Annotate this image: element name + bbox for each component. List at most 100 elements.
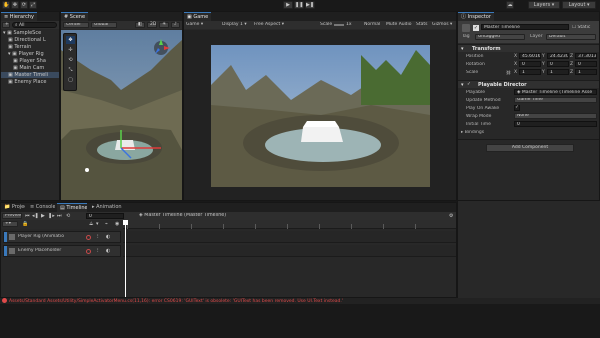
x-axis-label[interactable]: X bbox=[514, 70, 517, 75]
position-y-field[interactable]: 24.423C bbox=[547, 53, 569, 59]
z-axis-label[interactable]: Z bbox=[570, 70, 573, 75]
tag-dropdown[interactable]: Untagged bbox=[475, 34, 525, 40]
cloud-icon[interactable]: ☁ bbox=[506, 1, 514, 9]
frame-field[interactable]: 0 bbox=[86, 213, 124, 219]
timeline-asset-selector[interactable]: ◈ Master Timeline (Master Timeline) bbox=[139, 213, 259, 218]
scale-x-field[interactable]: 1 bbox=[519, 69, 541, 75]
edit-mode-icon[interactable]: ⌁ bbox=[105, 221, 108, 227]
tab-inspector[interactable]: ⓘ Inspector bbox=[458, 12, 494, 21]
track-menu-icon[interactable]: ⁝ bbox=[97, 248, 99, 254]
tab-game[interactable]: ▣ Game bbox=[184, 12, 212, 21]
hierarchy-item[interactable]: ▾ ▣ SampleSce bbox=[1, 30, 59, 36]
play-on-awake-checkbox[interactable]: ✓ bbox=[514, 105, 520, 111]
goto-start-icon[interactable]: ⏮ bbox=[25, 213, 30, 219]
y-axis-label[interactable]: Y bbox=[542, 70, 545, 75]
playable-field[interactable]: ◈ Master Timeline (Timeline Asse bbox=[514, 89, 597, 95]
game-view-dropdown[interactable]: Game ▾ bbox=[186, 22, 216, 27]
move-tool-icon[interactable]: ✥ bbox=[11, 1, 19, 9]
next-frame-icon[interactable]: ❚▸ bbox=[48, 213, 55, 219]
hierarchy-item[interactable]: ▣ Terrain bbox=[1, 44, 59, 50]
scale-tool-icon[interactable]: ⤢ bbox=[29, 1, 37, 9]
scale-z-field[interactable]: 1 bbox=[575, 69, 597, 75]
timeline-ruler[interactable] bbox=[123, 220, 456, 229]
timeline-track-lane[interactable] bbox=[123, 231, 456, 243]
move-gizmo-icon[interactable]: ✢ bbox=[66, 46, 75, 54]
track-mute-icon[interactable]: ◐ bbox=[106, 248, 110, 254]
goto-end-icon[interactable]: ⏭ bbox=[57, 213, 62, 219]
hierarchy-item[interactable]: ▣ Main Cam bbox=[1, 65, 59, 71]
pivot-dropdown[interactable]: Center bbox=[63, 22, 89, 28]
wrap-mode-dropdown[interactable]: None bbox=[514, 113, 597, 119]
hierarchy-item[interactable]: ▣ Player Sha bbox=[1, 58, 59, 64]
display-dropdown[interactable]: Display 1 ▾ bbox=[222, 22, 252, 27]
hierarchy-item[interactable]: ▣ Master Timeli bbox=[1, 72, 59, 78]
timeline-options-icon[interactable]: ◉ bbox=[115, 221, 119, 227]
timeline-play-icon[interactable]: ▶ bbox=[41, 213, 45, 219]
constrain-scale-icon[interactable]: ⛓ bbox=[506, 70, 511, 75]
game-viewport[interactable] bbox=[211, 45, 430, 187]
position-z-field[interactable]: 37.3013 bbox=[575, 53, 597, 59]
timeline-track-header[interactable]: Player Rig (Animatio ⁝ ◐ bbox=[3, 231, 121, 243]
playhead-handle[interactable] bbox=[123, 220, 128, 225]
tab-scene[interactable]: # Scene bbox=[61, 12, 89, 21]
scale-slider[interactable] bbox=[334, 24, 344, 26]
add-component-button[interactable]: Add Component bbox=[486, 144, 574, 152]
scene-2d-icon[interactable]: 2D bbox=[147, 22, 157, 28]
timeline-track-header[interactable]: Enemy Placeholder ⁝ ◐ bbox=[3, 245, 121, 257]
object-name-field[interactable]: Master Timeline bbox=[481, 24, 569, 30]
hierarchy-item[interactable]: ▣ Directional L bbox=[1, 37, 59, 43]
audio-icon[interactable]: ♪ bbox=[171, 22, 180, 28]
snap-icon[interactable]: ▾ bbox=[96, 221, 99, 227]
static-toggle[interactable]: ☐ Static bbox=[572, 25, 596, 30]
rotation-z-field[interactable]: 0 bbox=[575, 61, 597, 67]
rotation-x-field[interactable]: 0 bbox=[519, 61, 541, 67]
aspect-dropdown[interactable]: Free Aspect ▾ bbox=[254, 22, 294, 27]
track-mute-icon[interactable]: ◐ bbox=[106, 234, 110, 240]
y-axis-label[interactable]: Y bbox=[542, 54, 545, 59]
position-x-field[interactable]: 45.6016 bbox=[519, 53, 541, 59]
x-axis-label[interactable]: X bbox=[514, 62, 517, 67]
timeline-settings-icon[interactable]: ⚙ bbox=[449, 213, 453, 219]
add-object-button[interactable]: + bbox=[2, 22, 10, 28]
view-tool-icon[interactable]: ✥ bbox=[66, 36, 75, 44]
play-mode-dropdown[interactable]: Normal bbox=[364, 22, 384, 27]
bindings-foldout[interactable]: ▸ Bindings bbox=[461, 130, 521, 135]
filter-icon[interactable]: ⟁ bbox=[89, 221, 93, 227]
play-button[interactable]: ▶ bbox=[283, 1, 293, 9]
rotate-gizmo-icon[interactable]: ⟲ bbox=[66, 56, 75, 64]
y-axis-label[interactable]: Y bbox=[542, 62, 545, 67]
track-binding-label[interactable]: Player Rig (Animatio bbox=[18, 234, 73, 239]
hierarchy-item[interactable]: ▣ Enemy Place bbox=[1, 79, 59, 85]
lighting-icon[interactable]: ☀ bbox=[159, 22, 169, 28]
tab-hierarchy[interactable]: ≡ Hierarchy bbox=[1, 12, 37, 21]
x-axis-label[interactable]: X bbox=[514, 54, 517, 59]
record-button[interactable] bbox=[86, 235, 91, 240]
timeline-track-lane[interactable] bbox=[123, 245, 456, 257]
initial-time-field[interactable]: 0 bbox=[514, 121, 597, 127]
rotation-y-field[interactable]: 0 bbox=[547, 61, 569, 67]
preview-toggle[interactable]: Preview bbox=[2, 213, 22, 219]
layers-dropdown[interactable]: Layers ▾ bbox=[528, 1, 560, 9]
gizmos-dropdown[interactable]: Gizmos ▾ bbox=[432, 22, 454, 27]
step-button[interactable]: ▶❚ bbox=[305, 1, 315, 9]
track-lock-icon[interactable]: 🔒 bbox=[22, 221, 28, 227]
stats-toggle[interactable]: Stats bbox=[416, 22, 430, 27]
playhead[interactable] bbox=[125, 220, 126, 297]
z-axis-label[interactable]: Z bbox=[570, 62, 573, 67]
hand-tool-icon[interactable]: ✋ bbox=[2, 1, 10, 9]
pause-button[interactable]: ❚❚ bbox=[294, 1, 304, 9]
active-checkbox[interactable]: ✓ bbox=[473, 25, 479, 31]
scene-view-mode-icon[interactable]: ◧ bbox=[135, 22, 145, 28]
mute-audio-toggle[interactable]: Mute Audio bbox=[386, 22, 414, 27]
tab-console[interactable]: ≡ Console bbox=[27, 203, 55, 212]
record-button[interactable] bbox=[86, 249, 91, 254]
loop-icon[interactable]: ⟲ bbox=[66, 213, 70, 219]
track-menu-icon[interactable]: ⁝ bbox=[97, 234, 99, 240]
tab-animation[interactable]: ▸ Animation bbox=[89, 203, 123, 212]
layout-dropdown[interactable]: Layout ▾ bbox=[562, 1, 596, 9]
transform-header[interactable]: ▾ Transform bbox=[458, 44, 599, 52]
prev-frame-icon[interactable]: ◂❚ bbox=[32, 213, 39, 219]
rect-gizmo-icon[interactable]: ▢ bbox=[66, 76, 75, 84]
update-method-dropdown[interactable]: Game Time bbox=[514, 97, 597, 103]
z-axis-label[interactable]: Z bbox=[570, 54, 573, 59]
